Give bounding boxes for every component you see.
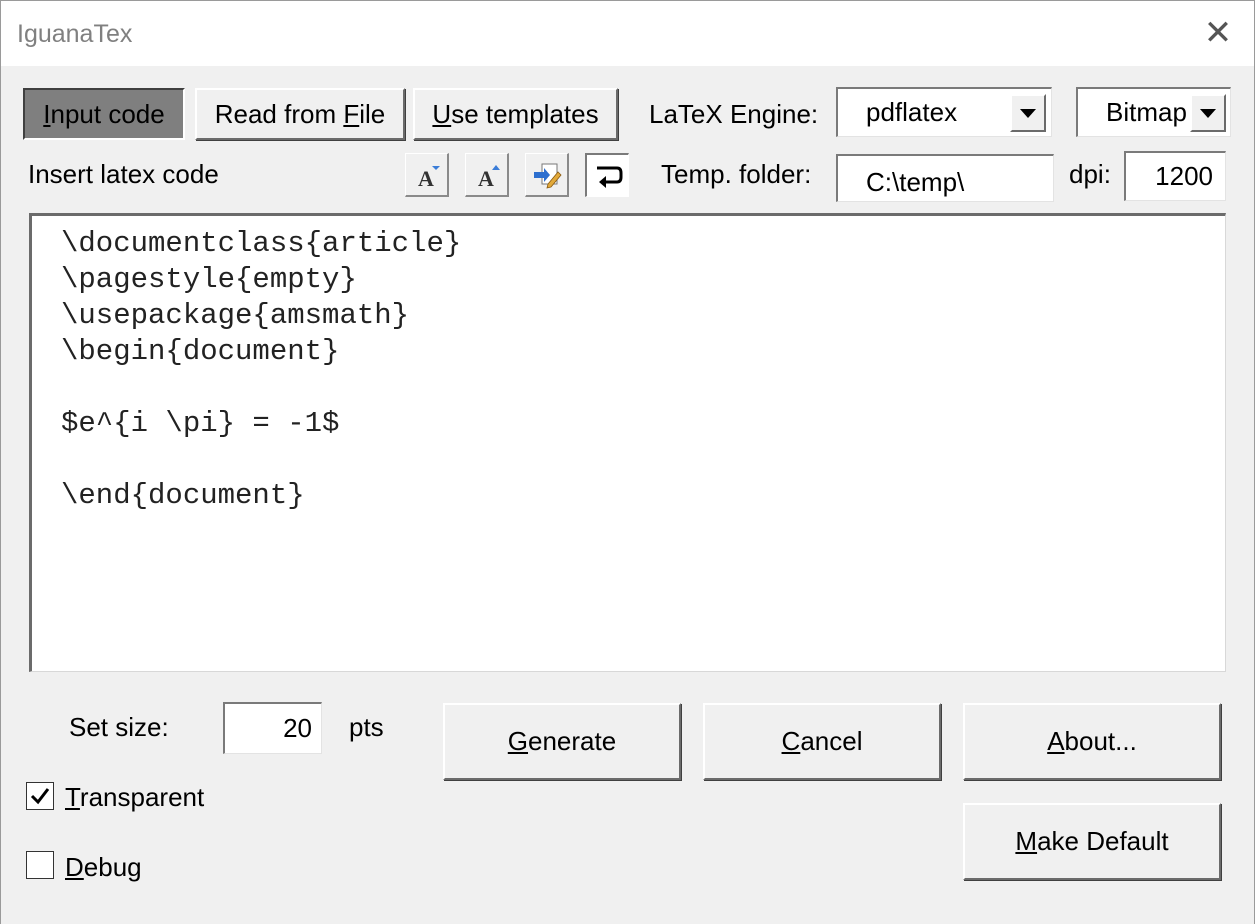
window-title: IguanaTex: [17, 20, 133, 48]
dpi-value: 1200: [1155, 161, 1213, 191]
size-unit-label: pts: [349, 712, 384, 742]
increase-font-icon: A: [478, 164, 500, 190]
transparent-label[interactable]: Transparent: [65, 782, 204, 813]
read-from-file-button[interactable]: Read from File: [195, 88, 405, 140]
make-default-button[interactable]: Make Default: [963, 803, 1221, 880]
cancel-button[interactable]: Cancel: [703, 703, 941, 780]
edit-external-icon: [533, 163, 562, 189]
output-format-dropdown-arrow[interactable]: [1190, 94, 1226, 132]
debug-label[interactable]: Debug: [65, 852, 142, 883]
title-bar: [0, 0, 1255, 66]
generate-button[interactable]: Generate: [443, 703, 681, 780]
cancel-label: Cancel: [781, 726, 863, 756]
input-code-button[interactable]: Input code: [23, 88, 185, 140]
chevron-down-icon: [1200, 108, 1216, 118]
latex-engine-dropdown-arrow[interactable]: [1010, 94, 1046, 132]
latex-code-text[interactable]: \documentclass{article} \pagestyle{empty…: [32, 216, 1225, 514]
about-button[interactable]: About...: [963, 703, 1221, 780]
increase-font-button[interactable]: A: [465, 153, 509, 197]
word-wrap-icon: [596, 166, 622, 188]
svg-text:A: A: [478, 166, 494, 190]
edit-external-button[interactable]: [525, 153, 569, 197]
chevron-down-icon: [1020, 108, 1036, 118]
close-icon[interactable]: ✕: [1203, 16, 1233, 50]
latex-engine-label: LaTeX Engine:: [649, 99, 819, 129]
output-format-value: Bitmap: [1106, 97, 1187, 127]
dpi-input[interactable]: 1200: [1124, 151, 1226, 201]
decrease-font-button[interactable]: A: [405, 153, 449, 197]
checkmark-icon: [30, 788, 50, 805]
size-value: 20: [283, 713, 312, 743]
about-label: About...: [1047, 726, 1137, 756]
use-templates-label: Use templates: [432, 98, 599, 129]
debug-checkbox[interactable]: [26, 851, 54, 879]
temp-folder-label: Temp. folder:: [661, 159, 812, 189]
use-templates-button[interactable]: Use templates: [413, 88, 618, 140]
latex-code-editor[interactable]: \documentclass{article} \pagestyle{empty…: [29, 213, 1226, 672]
input-code-label: Input code: [43, 98, 165, 129]
decrease-font-icon: A: [418, 165, 440, 190]
insert-latex-code-label: Insert latex code: [28, 159, 219, 189]
generate-label: Generate: [507, 726, 617, 756]
set-size-label: Set size:: [69, 712, 169, 742]
temp-folder-input[interactable]: C:\temp\: [836, 154, 1054, 202]
dpi-label: dpi:: [1069, 159, 1111, 189]
temp-folder-value: C:\temp\: [866, 167, 965, 197]
latex-engine-value: pdflatex: [866, 97, 958, 127]
size-input[interactable]: 20: [223, 702, 322, 754]
word-wrap-toggle[interactable]: [585, 153, 629, 197]
make-default-label: Make Default: [1015, 826, 1169, 856]
transparent-checkbox[interactable]: [26, 782, 54, 810]
read-from-file-label: Read from File: [214, 98, 386, 129]
svg-text:A: A: [418, 166, 434, 190]
